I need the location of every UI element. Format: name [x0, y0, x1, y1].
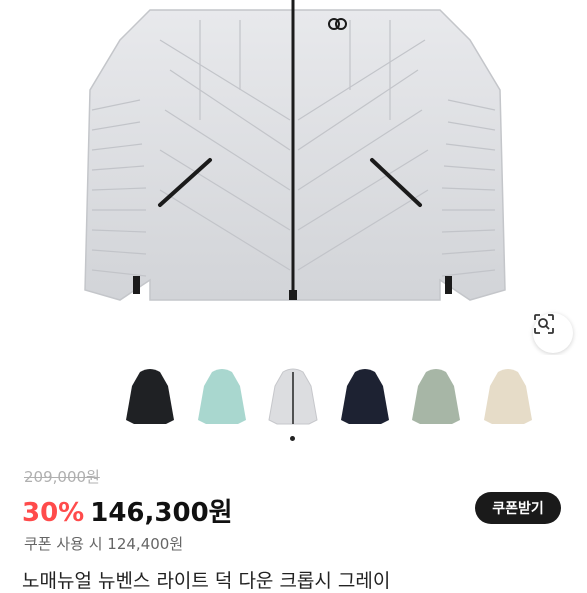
product-hero-image[interactable] — [0, 0, 587, 355]
color-swatch-beige[interactable] — [480, 368, 536, 430]
color-swatch-navy[interactable] — [337, 368, 393, 430]
color-swatch-black[interactable] — [122, 368, 178, 430]
color-swatch-sage[interactable] — [408, 368, 464, 430]
sale-price-row: 30% 146,300원 — [22, 492, 233, 528]
sale-price: 146,300원 — [90, 498, 233, 528]
color-swatch-mint[interactable] — [194, 368, 250, 430]
get-coupon-button[interactable]: 쿠폰받기 — [475, 492, 561, 524]
lens-search-icon — [534, 314, 554, 334]
jacket-illustration — [84, 0, 506, 301]
color-swatch-list — [0, 368, 587, 432]
color-swatch-light-grey[interactable] — [265, 368, 321, 430]
original-price: 209,000원 — [24, 468, 100, 486]
product-title: 노매뉴얼 뉴벤스 라이트 덕 다운 크롭시 그레이 — [22, 570, 391, 592]
lens-search-button[interactable] — [533, 313, 573, 353]
coupon-price-note: 쿠폰 사용 시 124,400원 — [24, 535, 184, 553]
selected-swatch-indicator — [290, 436, 295, 441]
discount-rate: 30% — [22, 498, 85, 528]
